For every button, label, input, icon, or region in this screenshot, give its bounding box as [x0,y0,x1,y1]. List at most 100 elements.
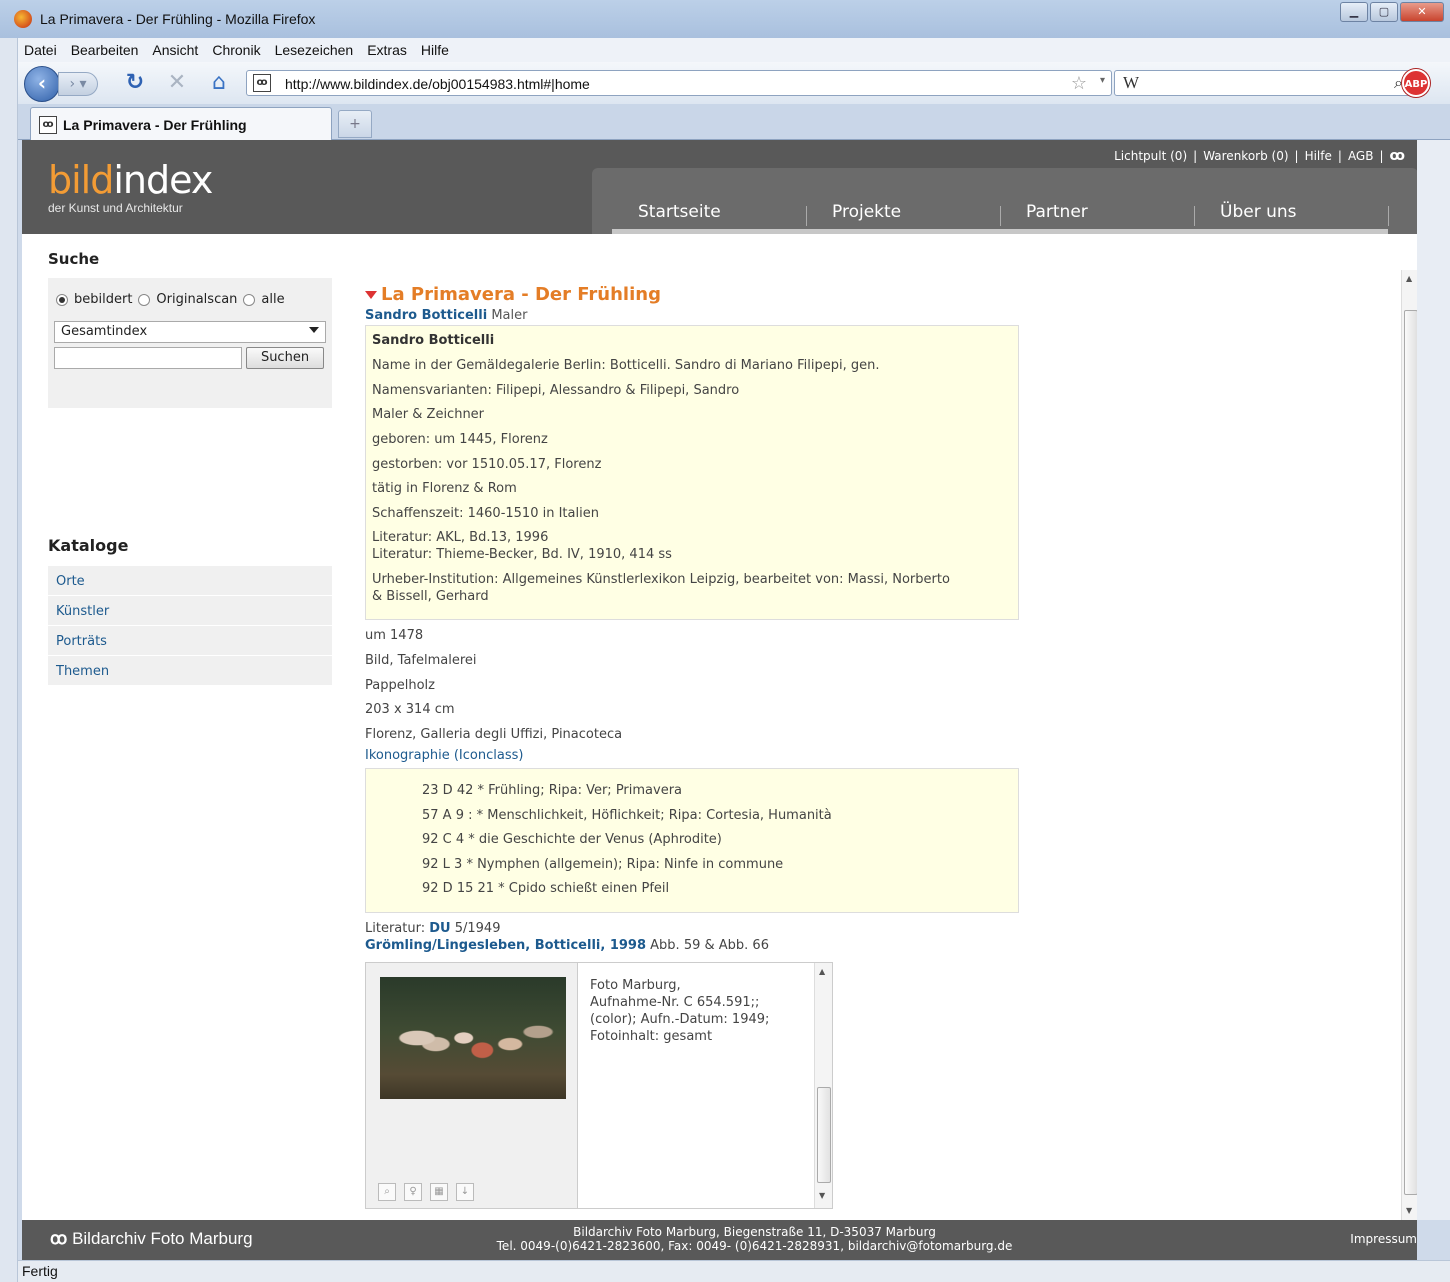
artist-line: Sandro Botticelli Maler [365,308,527,323]
select-value: Gesamtindex [61,324,148,339]
left-column: Suche bebildert Originalscan alle Gesamt… [22,234,355,1220]
scroll-up-icon[interactable]: ▲ [1406,274,1412,283]
menu-ansicht[interactable]: Ansicht [152,42,198,58]
tab-strip: ꝏ La Primavera - Der Frühling + [18,104,1450,140]
site-logo[interactable]: bildindex [48,158,213,202]
search-button[interactable]: Suchen [246,347,324,369]
marburg-logo-icon[interactable]: ꝏ [1390,148,1405,164]
radio-originalscan[interactable] [138,293,151,306]
forward-icon[interactable]: › ▾ [58,72,98,96]
search-bar[interactable]: W ⌕ [1114,70,1410,96]
nav-ueber-uns[interactable]: Über uns [1220,202,1297,222]
catalog-item-orte[interactable]: Orte [48,566,332,596]
menu-hilfe[interactable]: Hilfe [421,42,449,58]
url-text[interactable]: http://www.bildindex.de/obj00154983.html… [285,76,590,92]
collapse-triangle-icon[interactable] [365,291,377,299]
artist-name: Sandro Botticelli [372,333,495,348]
iconography-link[interactable]: Ikonographie (Iconclass) [365,748,523,763]
link-lichtpult[interactable]: Lichtpult (0) [1114,149,1187,163]
literature-line-2: Grömling/Lingesleben, Botticelli, 1998 A… [365,938,769,953]
catalog-item-themen[interactable]: Themen [48,656,332,686]
radio-label: alle [261,292,285,307]
artist-link[interactable]: Sandro Botticelli [365,308,487,323]
url-dropdown-icon[interactable]: ▾ [1100,75,1105,86]
artist-info-line: Maler & Zeichner [372,407,485,422]
tab-title: La Primavera - Der Frühling [63,117,247,133]
photo-description: Foto Marburg, Aufnahme-Nr. C 654.591;; (… [590,977,800,1045]
nav-projekte[interactable]: Projekte [832,202,901,222]
iconclass-entry: 92 D 15 21 * Cpido schießt einen Pfeil [422,881,670,896]
search-panel: bebildert Originalscan alle Gesamtindex … [48,278,332,408]
menu-extras[interactable]: Extras [367,42,407,58]
maximize-icon[interactable]: ▢ [1370,2,1398,22]
scrollbar-thumb[interactable] [817,1087,831,1183]
detail-date: um 1478 [365,628,424,643]
back-icon[interactable]: ‹ [24,66,60,102]
close-icon[interactable]: ✕ [1400,2,1444,22]
scroll-up-icon[interactable]: ▲ [819,967,825,976]
right-edge [1417,140,1450,1220]
menu-bearbeiten[interactable]: Bearbeiten [71,42,139,58]
cart-icon[interactable]: ▦ [430,1183,448,1201]
adblock-icon[interactable]: ABP [1402,69,1430,97]
separator: | [1193,149,1198,163]
detail-type: Bild, Tafelmalerei [365,653,477,668]
photo-line: (color); Aufn.-Datum: 1949; [590,1012,770,1027]
bookmark-star-icon[interactable]: ☆ [1071,73,1087,94]
lightbox-icon[interactable]: ♀ [404,1183,422,1201]
minimize-icon[interactable]: ▁ [1340,2,1368,22]
artist-info-line: gestorben: vor 1510.05.17, Florenz [372,457,602,472]
iconclass-entry: 57 A 9 : * Menschlichkeit, Höflichkeit; … [422,808,832,823]
literature-book-link[interactable]: Grömling/Lingesleben, Botticelli, 1998 [365,938,646,953]
artist-info-line: Literatur: Thieme-Becker, Bd. IV, 1910, … [372,547,672,562]
address-line: Bildarchiv Foto Marburg, Biegenstraße 11… [573,1225,936,1239]
reload-icon[interactable]: ↻ [122,70,148,96]
photo-scrollbar[interactable]: ▲ ▼ [814,963,832,1208]
record-title[interactable]: La Primavera - Der Frühling [365,284,661,305]
search-engine-icon[interactable]: W [1123,73,1139,93]
separator: | [1294,149,1299,163]
search-input[interactable] [54,347,242,369]
literature-line: Literatur: DU 5/1949 [365,921,500,936]
address-line: Tel. 0049-(0)6421-2823600, Fax: 0049- (0… [496,1239,1013,1253]
nav-startseite[interactable]: Startseite [638,202,721,222]
link-hilfe[interactable]: Hilfe [1305,149,1332,163]
index-select[interactable]: Gesamtindex [54,321,326,343]
scroll-down-icon[interactable]: ▼ [819,1191,825,1200]
separator: | [1379,149,1384,163]
status-text: Fertig [22,1263,58,1279]
link-agb[interactable]: AGB [1348,149,1374,163]
catalog-item-kuenstler[interactable]: Künstler [48,596,332,626]
search-filter-radios: bebildert Originalscan alle [56,292,285,307]
literature-du-link[interactable]: DU [429,921,450,936]
scrollbar-thumb[interactable] [1404,310,1418,1195]
status-bar: Fertig [18,1260,1450,1282]
artwork-thumbnail[interactable] [380,977,566,1099]
artist-info-line: Namensvarianten: Filipepi, Alessandro & … [372,383,740,398]
artist-info-line: tätig in Florenz & Rom [372,481,517,496]
radio-label: bebildert [74,292,133,307]
photo-line: Aufnahme-Nr. C 654.591;; [590,995,760,1010]
catalog-item-portraets[interactable]: Porträts [48,626,332,656]
home-icon[interactable]: ⌂ [206,70,232,96]
download-icon[interactable]: ↓ [456,1183,474,1201]
menu-lesezeichen[interactable]: Lesezeichen [275,42,354,58]
url-bar[interactable]: ꝏ http://www.bildindex.de/obj00154983.ht… [246,70,1112,96]
logo-part-index: index [113,158,213,202]
tab-primavera[interactable]: ꝏ La Primavera - Der Frühling [30,107,332,140]
zoom-icon[interactable]: ⌕ [378,1183,396,1201]
photo-panel: ⌕ ♀ ▦ ↓ Foto Marburg, Aufnahme-Nr. C 654… [365,962,833,1209]
link-warenkorb[interactable]: Warenkorb (0) [1203,149,1288,163]
scroll-down-icon[interactable]: ▼ [1406,1206,1412,1215]
radio-bebildert[interactable] [56,293,68,306]
photo-line: Fotoinhalt: gesamt [590,1029,713,1044]
menu-datei[interactable]: Datei [24,42,57,58]
logo-part-bild: bild [48,158,114,202]
menu-chronik[interactable]: Chronik [212,42,260,58]
radio-alle[interactable] [243,293,256,306]
window-controls: ▁ ▢ ✕ [1340,2,1444,22]
impressum-link[interactable]: Impressum [1350,1232,1417,1246]
nav-partner[interactable]: Partner [1026,202,1088,222]
stop-icon[interactable]: ✕ [164,70,190,96]
new-tab-icon[interactable]: + [338,110,372,138]
